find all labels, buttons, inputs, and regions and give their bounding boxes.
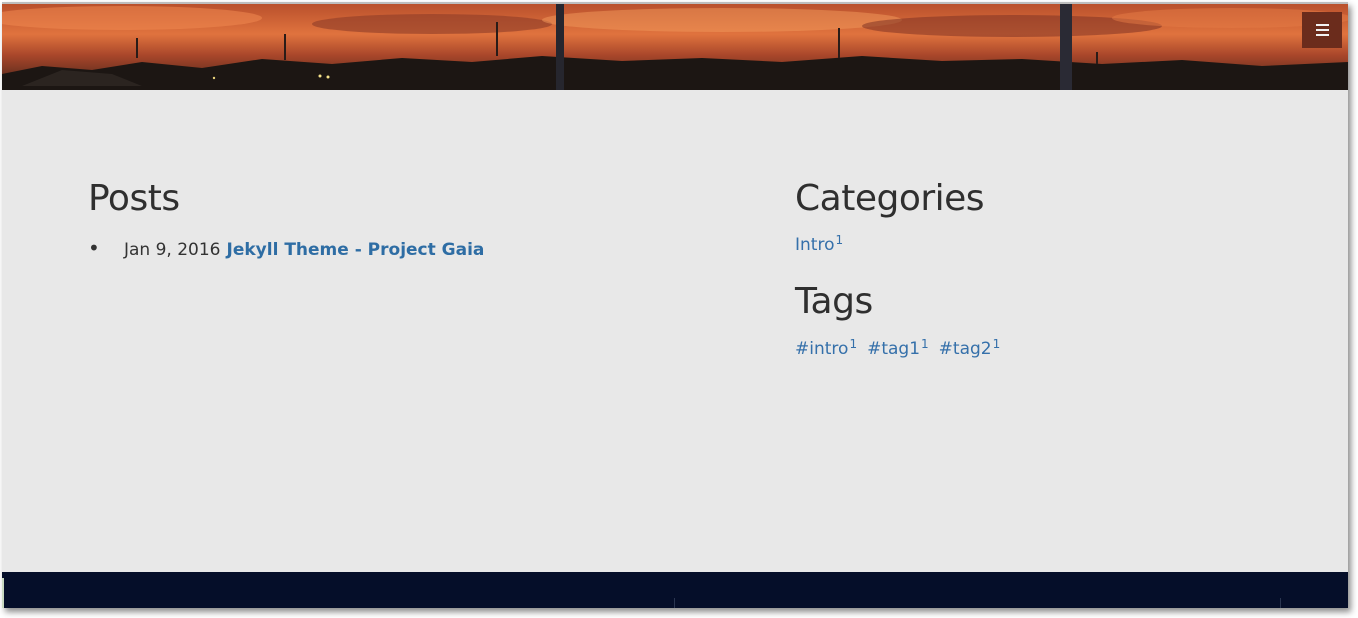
main-content: Posts • Jan 9, 2016 Jekyll Theme - Proje… [2, 90, 1348, 572]
category-link-intro[interactable]: Intro1 [795, 233, 844, 255]
footer-divider [674, 598, 675, 608]
post-date: Jan 9, 2016 [124, 240, 221, 260]
post-link[interactable]: Jekyll Theme - Project Gaia [227, 240, 485, 260]
tag-label: #intro [795, 339, 849, 359]
tag-label: #tag2 [938, 339, 992, 359]
bullet-icon: • [88, 236, 100, 260]
tag-link-tag2[interactable]: #tag21 [939, 337, 1001, 359]
menu-button[interactable] [1302, 12, 1342, 48]
tag-link-tag1[interactable]: #tag11 [867, 337, 929, 359]
category-label: Intro [795, 235, 835, 255]
sunset-landscape-image [2, 4, 1348, 90]
tag-list: #intro1 #tag11 #tag21 [795, 337, 1000, 359]
footer [2, 572, 1348, 608]
post-list-item: • Jan 9, 2016 Jekyll Theme - Project Gai… [88, 236, 484, 260]
post-list: • Jan 9, 2016 Jekyll Theme - Project Gai… [88, 236, 484, 260]
tag-count: 1 [921, 337, 929, 351]
tags-heading: Tags [795, 281, 873, 322]
browser-window: Posts • Jan 9, 2016 Jekyll Theme - Proje… [2, 2, 1348, 608]
category-count: 1 [835, 233, 844, 247]
footer-edge [2, 578, 4, 608]
categories-heading: Categories [795, 178, 985, 219]
tag-link-intro[interactable]: #intro1 [795, 337, 857, 359]
tag-count: 1 [992, 337, 1001, 351]
header-banner [2, 4, 1348, 90]
tag-label: #tag1 [867, 339, 921, 359]
footer-divider [1280, 598, 1281, 608]
posts-heading: Posts [88, 178, 180, 219]
tag-count: 1 [849, 337, 858, 351]
category-list: Intro1 [795, 233, 843, 255]
hamburger-icon [1315, 24, 1329, 26]
